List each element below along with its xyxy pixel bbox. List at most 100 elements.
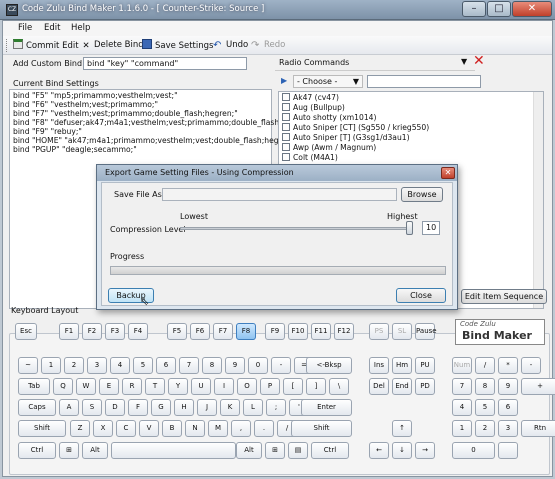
key-f12[interactable]: F12 (334, 323, 354, 340)
key-1[interactable]: 1 (452, 420, 472, 437)
key-9[interactable]: 9 (498, 378, 518, 395)
key-f7[interactable]: F7 (213, 323, 233, 340)
key-alt[interactable]: Alt (82, 442, 108, 459)
key-8[interactable]: 8 (202, 357, 222, 374)
key-0[interactable]: 0 (452, 442, 495, 459)
key-f8[interactable]: F8 (236, 323, 256, 340)
key-f6[interactable]: F6 (190, 323, 210, 340)
key-sym[interactable]: ↓ (392, 442, 412, 459)
key-pd[interactable]: PD (415, 378, 435, 395)
key-sym[interactable]: → (415, 442, 435, 459)
key-i[interactable]: I (214, 378, 234, 395)
key-sym[interactable] (111, 442, 236, 459)
key-f5[interactable]: F5 (167, 323, 187, 340)
key-5[interactable]: 5 (475, 399, 495, 416)
key-7[interactable]: 7 (179, 357, 199, 374)
key-pu[interactable]: PU (415, 357, 435, 374)
key-f1[interactable]: F1 (59, 323, 79, 340)
key-u[interactable]: U (191, 378, 211, 395)
key-n[interactable]: N (185, 420, 205, 437)
key-8[interactable]: 8 (475, 378, 495, 395)
key-f2[interactable]: F2 (82, 323, 102, 340)
key-e[interactable]: E (99, 378, 119, 395)
key-ctrl[interactable]: Ctrl (311, 442, 349, 459)
key-f3[interactable]: F3 (105, 323, 125, 340)
key-1[interactable]: 1 (41, 357, 61, 374)
key-caps[interactable]: Caps (18, 399, 56, 416)
key-d[interactable]: D (105, 399, 125, 416)
key-sym[interactable]: ↑ (392, 420, 412, 437)
key-rtn[interactable]: Rtn (521, 420, 555, 437)
key-sym[interactable]: + (521, 378, 555, 395)
compression-slider-track[interactable] (180, 227, 412, 230)
key-sym[interactable]: - (521, 357, 541, 374)
key-a[interactable]: A (59, 399, 79, 416)
key-6[interactable]: 6 (498, 399, 518, 416)
key-sym[interactable]: - (271, 357, 291, 374)
key-pause[interactable]: Pause (415, 323, 437, 340)
key-sym[interactable]: ← (369, 442, 389, 459)
key-num[interactable]: Num (452, 357, 472, 374)
key-m[interactable]: M (208, 420, 228, 437)
key-shift[interactable]: Shift (291, 420, 352, 437)
compression-level-input[interactable]: 10 (422, 221, 440, 235)
close-window-button[interactable]: ✕ (512, 1, 552, 17)
key-p[interactable]: P (260, 378, 280, 395)
key-j[interactable]: J (197, 399, 217, 416)
key-v[interactable]: V (139, 420, 159, 437)
key-y[interactable]: Y (168, 378, 188, 395)
key-s[interactable]: S (82, 399, 102, 416)
key-sym[interactable]: / (475, 357, 495, 374)
key-6[interactable]: 6 (156, 357, 176, 374)
key-l[interactable]: L (243, 399, 263, 416)
key-q[interactable]: Q (53, 378, 73, 395)
key-9[interactable]: 9 (225, 357, 245, 374)
key-2[interactable]: 2 (475, 420, 495, 437)
key-alt[interactable]: Alt (236, 442, 262, 459)
key-sym[interactable]: \ (329, 378, 349, 395)
key-b[interactable]: B (162, 420, 182, 437)
key-f4[interactable]: F4 (128, 323, 148, 340)
key-r[interactable]: R (122, 378, 142, 395)
browse-button[interactable]: Browse (401, 187, 443, 202)
key-sym[interactable]: ⊞ (265, 442, 285, 459)
key-esc[interactable]: Esc (15, 323, 37, 340)
key-end[interactable]: End (392, 378, 412, 395)
key-tab[interactable]: Tab (18, 378, 50, 395)
key-sym[interactable]: ] (306, 378, 326, 395)
key-del[interactable]: Del (369, 378, 389, 395)
key-sym[interactable]: * (498, 357, 518, 374)
key-4[interactable]: 4 (110, 357, 130, 374)
key-3[interactable]: 3 (498, 420, 518, 437)
key-sym[interactable]: ⊞ (59, 442, 79, 459)
key-f9[interactable]: F9 (265, 323, 285, 340)
close-button[interactable]: Close (396, 288, 446, 303)
key-k[interactable]: K (220, 399, 240, 416)
key-sym[interactable]: [ (283, 378, 303, 395)
key-sym[interactable]: ; (266, 399, 286, 416)
key-f[interactable]: F (128, 399, 148, 416)
key-sl[interactable]: SL (392, 323, 412, 340)
key-sym[interactable]: ▤ (288, 442, 308, 459)
key-sym[interactable]: ~ (18, 357, 38, 374)
key-ps[interactable]: PS (369, 323, 389, 340)
key-t[interactable]: T (145, 378, 165, 395)
dialog-close-icon[interactable]: ✕ (441, 167, 455, 179)
key-o[interactable]: O (237, 378, 257, 395)
key-z[interactable]: Z (70, 420, 90, 437)
compression-slider-thumb[interactable] (406, 221, 413, 235)
key-shift[interactable]: Shift (18, 420, 66, 437)
minimize-button[interactable]: – (462, 1, 486, 17)
key-sym[interactable] (498, 442, 518, 459)
key-g[interactable]: G (151, 399, 171, 416)
key-5[interactable]: 5 (133, 357, 153, 374)
key-3[interactable]: 3 (87, 357, 107, 374)
key-7[interactable]: 7 (452, 378, 472, 395)
key-enter[interactable]: Enter (301, 399, 352, 416)
maximize-button[interactable]: □ (487, 1, 511, 17)
key-f11[interactable]: F11 (311, 323, 331, 340)
key-sym[interactable]: , (231, 420, 251, 437)
save-file-as-input[interactable] (162, 188, 397, 201)
key-hm[interactable]: Hm (392, 357, 412, 374)
key-x[interactable]: X (93, 420, 113, 437)
